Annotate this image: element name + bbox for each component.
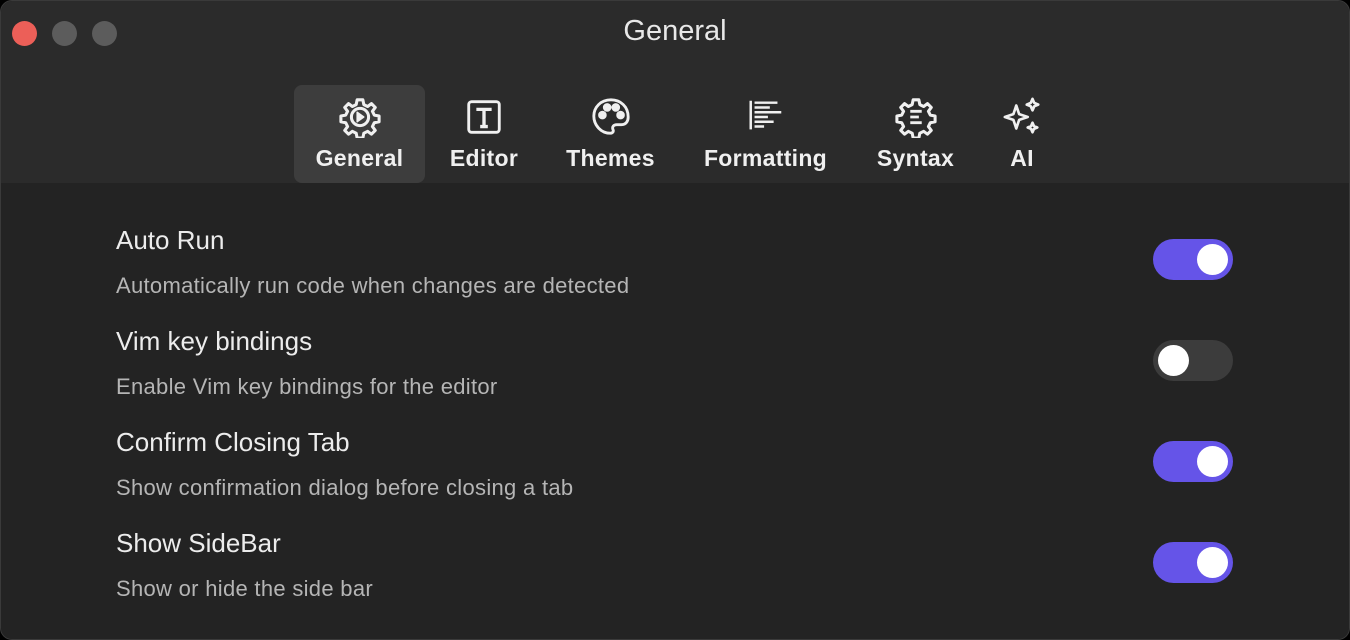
toggle-knob: [1197, 547, 1228, 578]
settings-panel: Auto Run Automatically run code when cha…: [1, 183, 1349, 639]
setting-description: Show or hide the side bar: [116, 576, 373, 601]
setting-row-show-sidebar: Show SideBar Show or hide the side bar: [116, 528, 1233, 629]
confirm-closing-tab-toggle[interactable]: [1153, 441, 1233, 482]
toggle-knob: [1158, 345, 1189, 376]
tab-label: AI: [1010, 145, 1034, 171]
window-title: General: [623, 15, 727, 47]
tab-formatting[interactable]: Formatting: [678, 85, 853, 183]
tab-label: Themes: [566, 145, 655, 171]
tab-label: Syntax: [876, 145, 955, 171]
gear-lines-icon: [894, 95, 938, 139]
setting-title: Confirm Closing Tab: [116, 427, 350, 457]
setting-row-confirm-closing-tab: Confirm Closing Tab Show confirmation di…: [116, 427, 1233, 528]
titlebar: General General Editor Themes Formatting…: [1, 1, 1349, 183]
setting-title: Auto Run: [116, 225, 225, 255]
setting-title: Show SideBar: [116, 528, 281, 558]
setting-row-auto-run: Auto Run Automatically run code when cha…: [116, 225, 1233, 326]
tab-label: Editor: [449, 145, 519, 171]
lines-align-icon: [744, 95, 788, 139]
setting-description: Enable Vim key bindings for the editor: [116, 374, 498, 399]
palette-icon: [589, 95, 633, 139]
tab-ai[interactable]: AI: [978, 85, 1066, 183]
tab-label: Formatting: [703, 145, 828, 171]
show-sidebar-toggle[interactable]: [1153, 542, 1233, 583]
tab-label: General: [315, 145, 404, 171]
sparkles-icon: [1000, 95, 1044, 139]
gear-play-icon: [338, 95, 382, 139]
setting-title: Vim key bindings: [116, 326, 313, 356]
settings-window: General General Editor Themes Formatting…: [0, 0, 1350, 640]
setting-description: Automatically run code when changes are …: [116, 273, 630, 298]
vim-key-bindings-toggle[interactable]: [1153, 340, 1233, 381]
preferences-tabbar: General Editor Themes Formatting Syntax …: [1, 85, 1349, 183]
tab-themes[interactable]: Themes: [543, 85, 678, 183]
tab-general[interactable]: General: [294, 85, 425, 183]
tab-syntax[interactable]: Syntax: [853, 85, 978, 183]
tab-editor[interactable]: Editor: [425, 85, 543, 183]
text-box-icon: [462, 95, 506, 139]
setting-description: Show confirmation dialog before closing …: [116, 475, 574, 500]
auto-run-toggle[interactable]: [1153, 239, 1233, 280]
toggle-knob: [1197, 244, 1228, 275]
toggle-knob: [1197, 446, 1228, 477]
setting-row-vim-key-bindings: Vim key bindings Enable Vim key bindings…: [116, 326, 1233, 427]
